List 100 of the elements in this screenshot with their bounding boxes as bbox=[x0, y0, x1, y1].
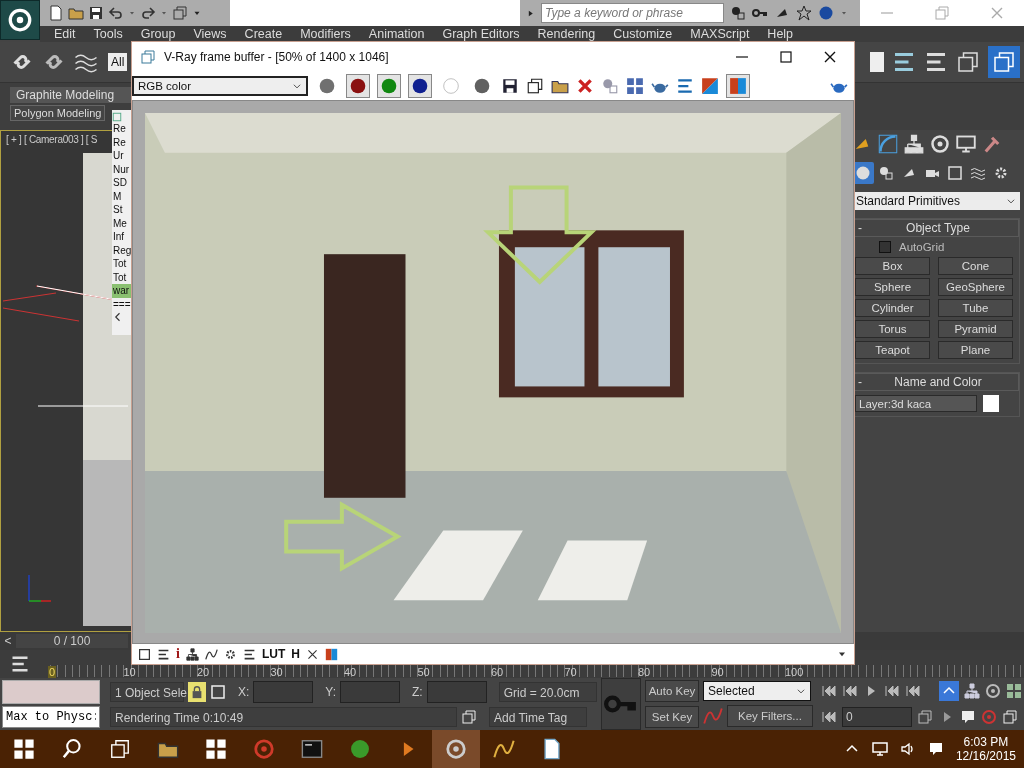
task-view-icon[interactable] bbox=[109, 738, 131, 760]
volume-icon[interactable] bbox=[899, 741, 916, 757]
menu-item[interactable]: Rendering bbox=[537, 27, 596, 41]
rollout-header[interactable]: - Object Type bbox=[853, 219, 1019, 237]
y-coordinate-field[interactable] bbox=[340, 680, 401, 703]
current-frame-field[interactable]: 0 bbox=[842, 707, 912, 727]
frame-buffer-tool[interactable]: H bbox=[291, 647, 300, 662]
hierarchy-tab-icon[interactable] bbox=[904, 134, 924, 154]
layers-icon[interactable] bbox=[956, 50, 980, 74]
notification-icon[interactable] bbox=[927, 741, 944, 757]
star-icon[interactable] bbox=[796, 5, 812, 21]
frame-buffer-tool-icon[interactable] bbox=[223, 647, 237, 661]
utilities-hammer-icon[interactable] bbox=[982, 134, 1002, 154]
paint-icon[interactable] bbox=[493, 738, 515, 760]
frame-buffer-tool[interactable]: LUT bbox=[261, 647, 286, 662]
network-icon[interactable] bbox=[871, 741, 888, 757]
track-bar[interactable]: 0 10 20 30 40 50 60 70 80 90 100 bbox=[50, 665, 1024, 678]
caret-icon[interactable] bbox=[128, 9, 136, 17]
set-key-button[interactable]: Set Key bbox=[645, 706, 699, 728]
z-coordinate-field[interactable] bbox=[426, 680, 487, 703]
autogrid-checkbox[interactable] bbox=[879, 241, 891, 253]
previous-frame-icon[interactable] bbox=[842, 683, 858, 699]
menu-item[interactable]: Create bbox=[244, 27, 283, 41]
key-mode-dropdown[interactable]: Selected bbox=[703, 681, 811, 701]
app-menu-button[interactable] bbox=[0, 0, 40, 40]
compare-ab-icon[interactable] bbox=[701, 77, 719, 96]
object-name-field[interactable]: Layer:3d kaca bbox=[855, 395, 977, 412]
primitive-button[interactable]: Torus bbox=[855, 320, 930, 338]
clear-icon[interactable] bbox=[576, 77, 594, 96]
primitive-button[interactable]: Tube bbox=[938, 299, 1013, 317]
caret-icon[interactable] bbox=[840, 9, 848, 17]
circle-app-icon[interactable] bbox=[349, 738, 371, 760]
auto-key-button[interactable]: Auto Key bbox=[645, 680, 699, 702]
transform-mode-icon[interactable] bbox=[210, 683, 226, 700]
modify-tab-icon[interactable] bbox=[878, 134, 898, 154]
menu-item[interactable]: Animation bbox=[368, 27, 425, 41]
frame-buffer-tool-icon[interactable] bbox=[185, 647, 199, 661]
caret-icon[interactable] bbox=[160, 9, 168, 17]
browser-icon[interactable] bbox=[253, 738, 275, 760]
terminal-icon[interactable] bbox=[301, 738, 323, 760]
menu-item[interactable]: Views bbox=[193, 27, 227, 41]
rollout-header[interactable]: - Name and Color bbox=[853, 373, 1019, 391]
redo-icon[interactable] bbox=[140, 5, 156, 21]
app-taskbar-button[interactable] bbox=[432, 730, 480, 768]
menu-item[interactable]: Group bbox=[140, 27, 176, 41]
primitive-button[interactable]: Cone bbox=[938, 257, 1013, 275]
search-field[interactable]: Type a keyword or phrase bbox=[541, 3, 724, 23]
add-time-tag-button[interactable]: Add Time Tag bbox=[489, 706, 587, 727]
store-icon[interactable] bbox=[205, 738, 227, 760]
search-icon[interactable] bbox=[61, 738, 83, 760]
primitive-button[interactable]: Cylinder bbox=[855, 299, 930, 317]
notepad-icon[interactable] bbox=[541, 738, 563, 760]
app-logo-icon[interactable] bbox=[7, 7, 33, 33]
previous-frame-button[interactable]: < bbox=[0, 634, 16, 648]
display-tab-icon[interactable] bbox=[956, 134, 976, 154]
orbit-icon[interactable] bbox=[985, 683, 1001, 699]
copy-icon[interactable] bbox=[526, 77, 544, 96]
new-file-icon[interactable] bbox=[48, 5, 64, 21]
menu-item[interactable]: Graph Editors bbox=[442, 27, 520, 41]
x-coordinate-field[interactable] bbox=[253, 680, 314, 703]
next-frame-icon[interactable] bbox=[884, 683, 900, 699]
frame-buffer-tool-icon[interactable] bbox=[138, 647, 151, 661]
menu-item[interactable]: Tools bbox=[93, 27, 123, 41]
menu-item[interactable]: Modifiers bbox=[300, 27, 351, 41]
primitive-button[interactable]: Sphere bbox=[855, 278, 930, 296]
object-class-dropdown[interactable]: Standard Primitives bbox=[852, 192, 1020, 210]
primitive-button[interactable]: Plane bbox=[938, 341, 1013, 359]
maximize-icon[interactable] bbox=[778, 49, 794, 66]
ribbon-panel-tab[interactable]: Polygon Modeling bbox=[10, 105, 106, 121]
primitive-button[interactable]: GeoSphere bbox=[938, 278, 1013, 296]
go-to-end-icon[interactable] bbox=[905, 683, 921, 699]
undo-icon[interactable] bbox=[108, 5, 124, 21]
primitive-button[interactable]: Box bbox=[855, 257, 930, 275]
app-icon[interactable] bbox=[445, 738, 467, 760]
frame-marker[interactable]: 0 bbox=[48, 666, 57, 678]
motion-tab-icon[interactable] bbox=[930, 134, 950, 154]
start-icon[interactable] bbox=[13, 738, 35, 760]
save-icon[interactable] bbox=[501, 77, 519, 96]
frame-buffer-tool-icon[interactable] bbox=[204, 647, 218, 661]
save-icon[interactable] bbox=[88, 5, 104, 21]
frame-buffer-tool-icon[interactable] bbox=[157, 647, 170, 661]
go-to-start-icon[interactable] bbox=[821, 683, 837, 699]
color-swatch[interactable] bbox=[983, 395, 999, 412]
selection-filter-dropdown[interactable]: All bbox=[108, 53, 127, 71]
frame-buffer-tool-icon[interactable] bbox=[305, 647, 319, 661]
expand-icon[interactable] bbox=[526, 8, 535, 18]
time-slider-thumb[interactable]: 0 / 100 bbox=[16, 634, 128, 648]
menu-item[interactable]: MAXScript bbox=[690, 27, 750, 41]
primitive-button[interactable]: Pyramid bbox=[938, 320, 1013, 338]
frame-buffer-tool-icon[interactable] bbox=[242, 647, 256, 661]
menu-item[interactable]: Customize bbox=[613, 27, 673, 41]
menu-item[interactable]: Help bbox=[767, 27, 794, 41]
primitive-button[interactable]: Teapot bbox=[855, 341, 930, 359]
maximize-viewport-icon[interactable] bbox=[1006, 683, 1022, 699]
channel-dropdown[interactable]: RGB color bbox=[132, 76, 308, 97]
script-field[interactable]: Max to Physc: bbox=[2, 706, 100, 728]
menu-item[interactable]: Edit bbox=[54, 27, 76, 41]
key-mode-icon[interactable] bbox=[821, 709, 837, 725]
help-icon[interactable] bbox=[818, 5, 834, 21]
key-filters-button[interactable]: Key Filters... bbox=[727, 705, 813, 727]
